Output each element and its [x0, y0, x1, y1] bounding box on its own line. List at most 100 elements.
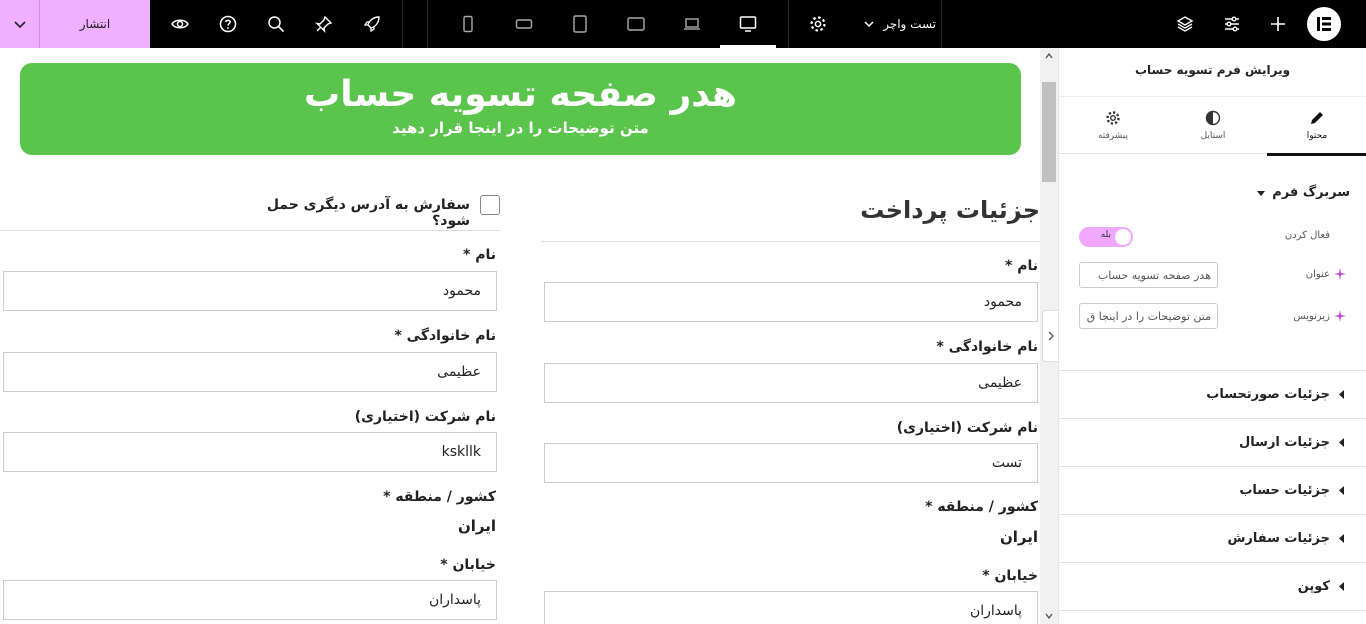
preview-button[interactable]	[156, 0, 204, 48]
page-settings-button[interactable]	[794, 0, 842, 48]
plus-icon	[1271, 17, 1285, 31]
accordion-shipping-details[interactable]: جزئیات ارسال	[1059, 418, 1366, 466]
search-button[interactable]	[252, 0, 300, 48]
billing-first-name-input[interactable]: محمود	[544, 282, 1038, 322]
structure-button[interactable]	[1161, 0, 1209, 48]
tab-advanced-label: پیشرفته	[1097, 131, 1129, 141]
shipping-country-value: ایران	[457, 517, 496, 535]
ship-different-address-label[interactable]: سفارش به آدرس دیگری حمل شود؟	[230, 197, 470, 229]
shipping-country-label: کشور / منطقه *	[383, 489, 496, 505]
rocket-icon	[363, 16, 380, 33]
chevron-down-icon	[864, 21, 874, 28]
device-laptop[interactable]	[668, 0, 716, 48]
ai-sparkle-icon[interactable]	[1334, 268, 1346, 280]
header-title: هدر صفحه تسویه حساب	[304, 74, 737, 115]
add-element-button[interactable]	[1254, 0, 1302, 48]
billing-street-label: خیابان *	[982, 568, 1038, 584]
caret-left-icon	[1339, 534, 1344, 543]
shipping-company-label: نام شرکت (اختیاری)	[354, 409, 496, 425]
accordion-billing-details[interactable]: جزئیات صورتحساب	[1059, 370, 1366, 418]
enable-label-text: فعال کردن	[1284, 230, 1330, 241]
help-button[interactable]	[204, 0, 252, 48]
header-subtitle: متن توضیحات را در اینجا قرار دهید	[392, 119, 649, 137]
checkout-header[interactable]: هدر صفحه تسویه حساب متن توضیحات را در ای…	[20, 63, 1021, 155]
accordion-order-details[interactable]: جزئیات سفارش	[1059, 514, 1366, 562]
pencil-icon	[1311, 112, 1323, 124]
shipping-last-name-label: نام خانوادگی *	[394, 328, 496, 344]
tablet-icon	[573, 15, 587, 33]
billing-country-label: کشور / منطقه *	[925, 499, 1038, 515]
billing-company-input[interactable]: تست	[544, 443, 1038, 483]
publish-button[interactable]: انتشار	[40, 0, 150, 48]
billing-company-label: نام شرکت (اختیاری)	[896, 420, 1038, 436]
scroll-down-arrow[interactable]	[1040, 608, 1058, 624]
tab-content[interactable]: محتوا	[1267, 97, 1366, 156]
contrast-icon	[1205, 110, 1221, 126]
chevron-right-icon	[1048, 331, 1054, 341]
search-icon	[268, 16, 285, 33]
accordion-label: جزئیات صورتحساب	[1206, 387, 1330, 402]
app-logo[interactable]	[1307, 7, 1341, 41]
gear-icon	[810, 16, 826, 32]
billing-country-value: ایران	[999, 528, 1038, 546]
billing-last-name-label: نام خانوادگی *	[936, 339, 1038, 355]
accordion-label: جزئیات ارسال	[1239, 435, 1330, 450]
shipping-street-input[interactable]: پاسداران	[3, 580, 497, 620]
layers-icon	[1176, 16, 1194, 32]
page-selector[interactable]: تست واچر	[846, 0, 936, 48]
caret-left-icon	[1339, 486, 1344, 495]
device-desktop[interactable]	[720, 0, 776, 48]
scroll-thumb[interactable]	[1042, 82, 1056, 182]
publish-options-button[interactable]	[0, 0, 40, 48]
help-icon	[219, 15, 237, 33]
laptop-icon	[684, 18, 700, 30]
toggle-knob	[1115, 229, 1131, 245]
billing-street-input[interactable]: پاسداران	[544, 591, 1038, 624]
chevron-up-icon	[1045, 52, 1053, 59]
shipping-first-name-input[interactable]: محمود	[3, 271, 497, 311]
accordion-label: جزئیات سفارش	[1227, 531, 1330, 546]
subtitle-input[interactable]: متن توضیحات را در اینجا ق	[1079, 303, 1218, 329]
separator	[402, 0, 403, 48]
divider	[541, 241, 1040, 242]
device-mobile-landscape[interactable]	[500, 0, 548, 48]
tab-style-label: استایل	[1200, 131, 1226, 141]
device-tablet-portrait[interactable]	[556, 0, 604, 48]
panel-tabs: محتوا استایل پیشرفته	[1059, 96, 1366, 156]
launch-button[interactable]	[348, 0, 396, 48]
tab-style[interactable]: استایل	[1163, 97, 1263, 154]
sliders-icon	[1225, 16, 1239, 32]
ai-sparkle-icon[interactable]	[1334, 310, 1346, 322]
accordion-account-details[interactable]: جزئیات حساب	[1059, 466, 1366, 514]
accordion-coupon[interactable]: کوپن	[1059, 562, 1366, 610]
accordion-label: جزئیات حساب	[1239, 483, 1330, 498]
shipping-last-name-input[interactable]: عظیمی	[3, 352, 497, 392]
shipping-first-name-label: نام *	[463, 247, 496, 263]
caret-down-icon	[1257, 190, 1266, 196]
pin-button[interactable]	[300, 0, 348, 48]
billing-last-name-input[interactable]: عظیمی	[544, 363, 1038, 403]
chevron-down-icon	[13, 21, 26, 29]
tab-advanced[interactable]: پیشرفته	[1063, 97, 1163, 154]
device-tablet-landscape[interactable]	[612, 0, 660, 48]
title-input[interactable]: هدر صفحه تسویه حساب	[1079, 262, 1218, 288]
ship-different-address-checkbox[interactable]	[480, 195, 500, 215]
toggle-value: بله	[1100, 230, 1111, 240]
shipping-company-input[interactable]: kskllk	[3, 432, 497, 472]
site-settings-button[interactable]	[1208, 0, 1256, 48]
enable-toggle[interactable]: بله	[1079, 227, 1133, 247]
subtitle-label: زیرنویس	[1293, 310, 1346, 322]
enable-label: فعال کردن	[1285, 230, 1330, 241]
billing-title: جزئیات پرداخت	[860, 196, 1040, 224]
device-mobile-portrait[interactable]	[444, 0, 492, 48]
mobile-landscape-icon	[515, 19, 533, 29]
desktop-icon	[739, 16, 757, 32]
tablet-landscape-icon	[627, 17, 645, 31]
separator	[941, 0, 942, 48]
form-header-section-toggle[interactable]: سربرگ فرم	[1256, 185, 1350, 200]
title-label: عنوان	[1306, 268, 1346, 280]
page-name: تست واچر	[883, 17, 936, 31]
panel-collapse-handle[interactable]	[1042, 310, 1058, 362]
scroll-up-arrow[interactable]	[1040, 48, 1058, 64]
accordion-label: کوپن	[1297, 579, 1330, 594]
